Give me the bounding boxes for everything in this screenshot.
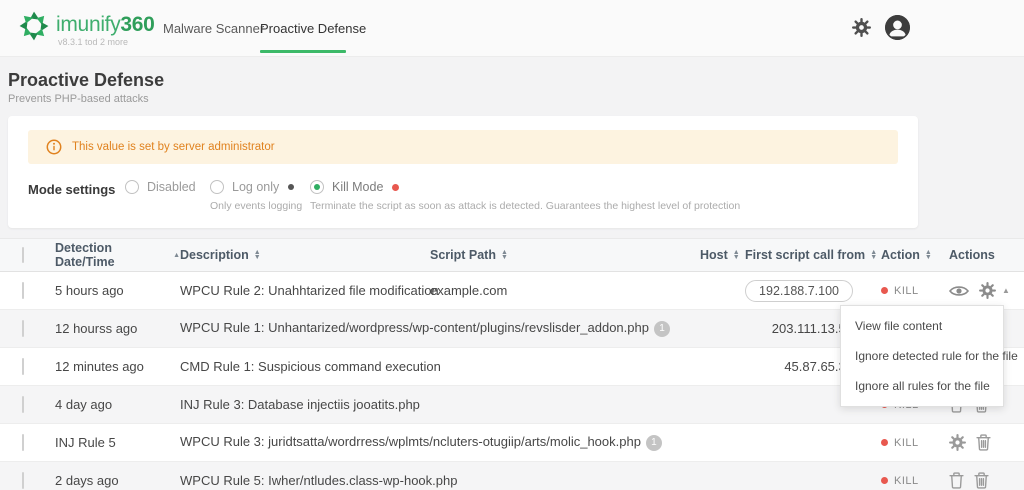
table-header-row: Detection Date/Time Description Script P…: [0, 238, 1024, 272]
row-checkbox[interactable]: [22, 472, 24, 489]
radio-label-kill-mode: Kill Mode: [332, 180, 384, 194]
col-actions: Actions: [949, 248, 995, 262]
brand-version: v8.3.1 tod 2 more: [58, 37, 129, 47]
row-actions-menu: View file content Ignore detected rule f…: [840, 305, 1018, 407]
col-first-script-call[interactable]: First script call from: [745, 248, 877, 262]
radio-circle-kill-mode[interactable]: [310, 180, 324, 194]
select-all-checkbox[interactable]: [22, 247, 24, 263]
script-path: example.com: [430, 283, 508, 298]
menu-item-ignore-all-rules[interactable]: Ignore all rules for the file: [841, 371, 1003, 401]
log-only-status-dot: [288, 184, 295, 190]
active-tab-underline: [260, 50, 346, 53]
detection-date: 5 hours ago: [55, 283, 124, 298]
col-host[interactable]: Host: [700, 248, 740, 262]
col-description[interactable]: Description: [180, 248, 261, 262]
kill-dot: [881, 287, 888, 294]
row-checkbox[interactable]: [22, 434, 24, 451]
radio-log-only[interactable]: Log only: [210, 180, 295, 194]
admin-notice-banner: This value is set by server administrato…: [28, 130, 898, 164]
kill-mode-status-dot: [392, 183, 400, 191]
menu-item-view-file-content[interactable]: View file content: [841, 311, 1003, 341]
page-title: Proactive Defense: [8, 70, 165, 90]
description-cell: INJ Rule 3: Database injectiis jooatits.…: [180, 397, 420, 412]
sort-icon: [501, 250, 508, 260]
radio-label-log-only: Log only: [232, 180, 280, 194]
count-badge: 1: [653, 320, 670, 337]
detection-date: 2 days ago: [55, 473, 119, 488]
description-cell: WPCU Rule 5: Iwher/ntludes.class-wp-hook…: [180, 473, 458, 488]
brand-wordmark[interactable]: imunify360: [56, 13, 155, 37]
ip-pill[interactable]: 192.188.7.100: [745, 279, 853, 302]
row-gear-icon[interactable]: [949, 434, 966, 451]
tab-proactive-defense[interactable]: Proactive Defense: [260, 21, 366, 36]
kill-mode-subtitle: Terminate the script as soon as attack i…: [310, 200, 741, 212]
imunify360-logo-icon: [19, 11, 49, 41]
description-cell: WPCU Rule 2: Unahhtarized file modificat…: [180, 283, 439, 298]
sort-icon: [733, 250, 740, 260]
sort-asc-icon: [173, 253, 180, 258]
brand-name: imunify: [56, 13, 121, 36]
proactive-defense-page: imunify360 v8.3.1 tod 2 more Malware Sca…: [0, 0, 1024, 490]
radio-kill-mode[interactable]: Kill Mode: [310, 180, 400, 194]
description-cell: CMD Rule 1: Suspicious command execution: [180, 359, 441, 374]
user-avatar-icon[interactable]: [884, 14, 911, 41]
settings-gear-icon[interactable]: [852, 18, 871, 37]
table-row: INJ Rule 5 WPCU Rule 3: juridtsatta/word…: [0, 424, 1024, 462]
kill-dot: [881, 477, 888, 484]
radio-circle-disabled[interactable]: [125, 180, 139, 194]
mode-settings-label: Mode settings: [28, 182, 116, 197]
row-gear-icon[interactable]: [979, 282, 996, 299]
trash-lines-icon[interactable]: [974, 472, 989, 489]
radio-disabled[interactable]: Disabled: [125, 180, 196, 194]
detection-date: 12 minutes ago: [55, 359, 144, 374]
col-action[interactable]: Action: [881, 248, 932, 262]
action-label: KILL: [894, 436, 919, 449]
trash-lines-icon[interactable]: [976, 434, 991, 451]
detection-date: 4 day ago: [55, 397, 113, 412]
trash-icon[interactable]: [949, 472, 964, 489]
caret-up-icon[interactable]: ▲: [1002, 286, 1010, 295]
mode-settings-card: This value is set by server administrato…: [8, 116, 918, 228]
col-detection-date[interactable]: Detection Date/Time: [55, 241, 180, 269]
admin-notice-text: This value is set by server administrato…: [72, 141, 275, 153]
radio-circle-log-only[interactable]: [210, 180, 224, 194]
page-subtitle: Prevents PHP-based attacks: [8, 93, 149, 105]
action-label: KILL: [894, 284, 919, 297]
detection-date: INJ Rule 5: [55, 435, 116, 450]
description-cell: WPCU Rule 1: Unhantarized/wordpress/wp-c…: [180, 320, 670, 337]
description-cell: WPCU Rule 3: juridtsatta/wordrress/wplmt…: [180, 434, 662, 451]
radio-label-disabled: Disabled: [147, 180, 196, 194]
table-row: 2 days ago WPCU Rule 5: Iwher/ntludes.cl…: [0, 462, 1024, 490]
info-icon: [46, 139, 62, 155]
col-script-path[interactable]: Script Path: [430, 248, 508, 262]
action-label: KILL: [894, 474, 919, 487]
view-eye-icon[interactable]: [949, 284, 969, 298]
row-checkbox[interactable]: [22, 282, 24, 299]
tab-malware-scanner[interactable]: Malware Scanner: [163, 21, 264, 36]
log-only-subtitle: Only events logging: [210, 200, 303, 212]
count-badge: 1: [645, 434, 662, 451]
topbar: imunify360 v8.3.1 tod 2 more Malware Sca…: [0, 0, 1024, 57]
sort-icon: [925, 250, 932, 260]
sort-icon: [254, 250, 261, 260]
detection-date: 12 hourss ago: [55, 321, 138, 336]
menu-item-ignore-detected-rule[interactable]: Ignore detected rule for the file: [841, 341, 1018, 371]
row-checkbox[interactable]: [22, 396, 24, 413]
kill-dot: [881, 439, 888, 446]
brand-suffix: 360: [120, 13, 155, 36]
row-checkbox[interactable]: [22, 320, 24, 337]
row-checkbox[interactable]: [22, 358, 24, 375]
